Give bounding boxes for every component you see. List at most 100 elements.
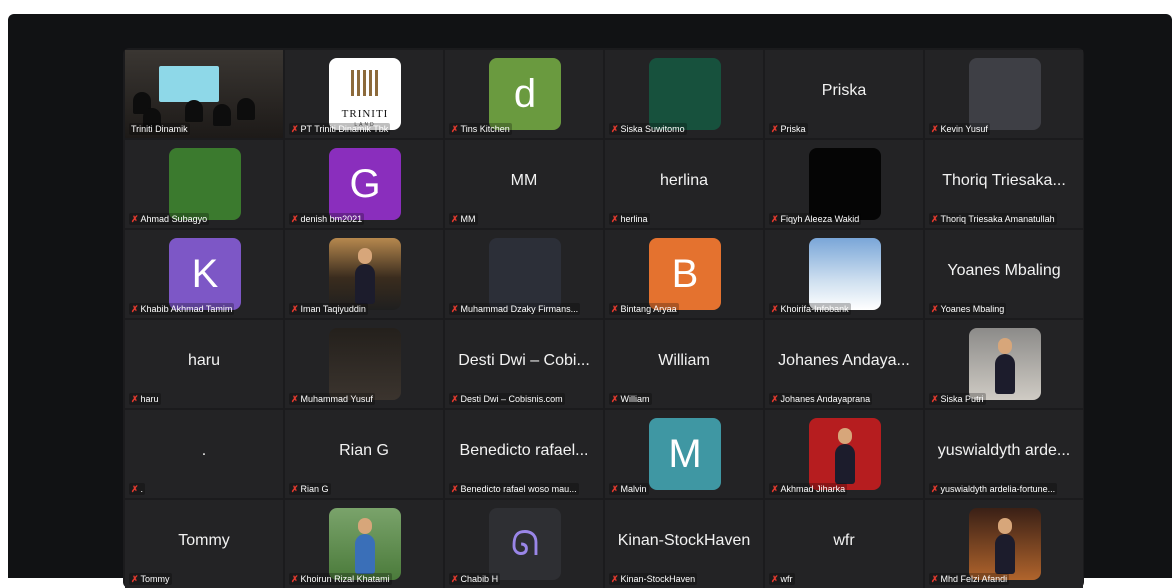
participant-tile[interactable]: G ✗ denish bm2021 — [285, 140, 443, 228]
participant-tile[interactable]: TRINITI LAND ✗ PT Triniti Dinamik Tbk — [285, 50, 443, 138]
mic-muted-icon: ✗ — [771, 124, 779, 134]
participant-tile[interactable]: ✗ Muhammad Yusuf — [285, 320, 443, 408]
participant-tile[interactable]: Benedicto rafael... ✗ Benedicto rafael wos… — [445, 410, 603, 498]
logo-text: TRINITI — [341, 108, 389, 120]
participant-tile[interactable]: . ✗. — [125, 410, 283, 498]
mic-muted-icon: ✗ — [291, 304, 299, 314]
participant-display-name: Thoriq Triesaka... — [942, 172, 1066, 189]
participant-name: haru — [140, 394, 159, 404]
participant-name-label: ✗ Tins Kitchen — [449, 123, 512, 135]
participant-name: Khabib Akhmad Tamim — [140, 304, 233, 314]
participant-name: wfr — [780, 574, 793, 584]
participant-display-name: Yoanes Mbaling — [947, 262, 1061, 279]
mic-muted-icon: ✗ — [771, 394, 779, 404]
participant-name-label: ✗. — [129, 483, 146, 495]
participant-display-name: Priska — [821, 82, 867, 99]
participant-tile[interactable]: herlina ✗ herlina — [605, 140, 763, 228]
participant-tile[interactable]: ✗ Iman Taqiyuddin — [285, 230, 443, 318]
participant-photo — [329, 508, 401, 580]
participant-tile[interactable]: Triniti Dinamik — [125, 50, 283, 138]
participant-avatar: B — [649, 238, 721, 310]
participant-name: Ahmad Subagyo — [140, 214, 208, 224]
mic-muted-icon: ✗ — [611, 304, 619, 314]
participant-display-name: Johanes Andaya... — [778, 352, 910, 369]
participant-name-label: ✗ wfr — [769, 573, 795, 585]
mic-muted-icon: ✗ — [451, 574, 459, 584]
participant-name-label: ✗ Siska Putri — [929, 393, 986, 405]
participant-photo — [329, 328, 401, 400]
participant-name-label: ✗ Muhammad Yusuf — [289, 393, 375, 405]
participant-tile[interactable]: M ✗ Malvin — [605, 410, 763, 498]
participant-name-label: ✗ herlina — [609, 213, 650, 225]
company-logo: TRINITI LAND — [329, 58, 401, 130]
participant-tile[interactable]: William ✗ William — [605, 320, 763, 408]
mic-muted-icon: ✗ — [611, 484, 619, 494]
mic-muted-icon: ✗ — [291, 394, 299, 404]
participant-avatar: M — [649, 418, 721, 490]
participant-name-label: ✗ denish bm2021 — [289, 213, 365, 225]
person-silhouette — [213, 104, 231, 126]
participant-name: Fiqyh Aleeza Wakid — [780, 214, 860, 224]
participant-tile[interactable]: K ✗ Khabib Akhmad Tamim — [125, 230, 283, 318]
participant-name: Thoriq Triesaka Amanatullah — [940, 214, 1055, 224]
participant-name-label: ✗ Thoriq Triesaka Amanatullah — [929, 213, 1057, 225]
participant-name: denish bm2021 — [300, 214, 363, 224]
participant-name-label: ✗ yuswialdyth ardelia-fortune... — [929, 483, 1058, 495]
participant-display-name: Rian G — [339, 442, 389, 459]
mic-muted-icon: ✗ — [611, 214, 619, 224]
participant-name-label: ✗ Mhd Felzi Afandi — [929, 573, 1010, 585]
mic-muted-icon: ✗ — [771, 574, 779, 584]
participant-tile[interactable]: wfr ✗ wfr — [765, 500, 923, 588]
participant-tile[interactable]: ᘏ ✗ Chabib H — [445, 500, 603, 588]
participant-name: Malvin — [620, 484, 647, 494]
participant-tile[interactable]: yuswialdyth arde... ✗ yuswialdyth ardelia-… — [925, 410, 1083, 498]
mic-muted-icon: ✗ — [771, 304, 779, 314]
participant-gallery: Triniti Dinamik TRINITI LAND ✗ PT Triniti Di… — [123, 48, 1084, 588]
participant-tile[interactable]: ✗ Kevin Yusuf — [925, 50, 1083, 138]
participant-tile[interactable]: Priska ✗ Priska — [765, 50, 923, 138]
mic-muted-icon: ✗ — [451, 124, 459, 134]
mic-muted-icon: ✗ — [291, 214, 299, 224]
participant-tile[interactable]: ✗ Mhd Felzi Afandi — [925, 500, 1083, 588]
participant-tile[interactable]: Kinan-StockHaven ✗ Kinan-StockHaven — [605, 500, 763, 588]
participant-tile[interactable]: MM ✗ MM — [445, 140, 603, 228]
participant-tile[interactable]: ✗ Akhmad Jiharka — [765, 410, 923, 498]
participant-name: Yoanes Mbaling — [940, 304, 1005, 314]
participant-name: Desti Dwi – Cobisnis.com — [460, 394, 563, 404]
participant-tile[interactable]: ✗ Siska Suwitomo — [605, 50, 763, 138]
participant-photo — [329, 238, 401, 310]
participant-tile[interactable]: ✗ Khoirifa-Infobank — [765, 230, 923, 318]
participant-tile[interactable]: ✗ Ahmad Subagyo — [125, 140, 283, 228]
participant-avatar — [809, 148, 881, 220]
participant-tile[interactable]: Rian G ✗ Rian G — [285, 410, 443, 498]
participant-tile[interactable]: haru ✗ haru — [125, 320, 283, 408]
participant-name-label: ✗ Kinan-StockHaven — [609, 573, 698, 585]
participant-name: . — [140, 484, 144, 494]
participant-name: Khoirun Rizal Khatami — [300, 574, 390, 584]
participant-tile[interactable]: ✗ Muhammad Dzaky Firmans... — [445, 230, 603, 318]
participant-name: Benedicto rafael woso mau... — [460, 484, 577, 494]
participant-tile[interactable]: Tommy ✗ Tommy — [125, 500, 283, 588]
participant-tile[interactable]: Thoriq Triesaka... ✗ Thoriq Triesaka Amana… — [925, 140, 1083, 228]
mic-muted-icon: ✗ — [451, 214, 459, 224]
participant-tile[interactable]: B ✗ Bintang Aryaa — [605, 230, 763, 318]
participant-tile[interactable]: ✗ Fiqyh Aleeza Wakid — [765, 140, 923, 228]
person-silhouette — [185, 100, 203, 122]
mic-muted-icon: ✗ — [931, 214, 939, 224]
participant-tile[interactable]: ✗ Siska Putri — [925, 320, 1083, 408]
participant-tile[interactable]: ✗ Khoirun Rizal Khatami — [285, 500, 443, 588]
participant-name-label: ✗ Yoanes Mbaling — [929, 303, 1007, 315]
person-face — [358, 248, 372, 264]
person-body — [995, 354, 1015, 394]
participant-name-label: ✗ William — [609, 393, 652, 405]
participant-name: Muhammad Dzaky Firmans... — [460, 304, 579, 314]
participant-tile[interactable]: Johanes Andaya... ✗ Johanes Andayaprana — [765, 320, 923, 408]
meeting-window: Triniti Dinamik TRINITI LAND ✗ PT Triniti Di… — [8, 14, 1172, 588]
participant-name-label: ✗ Iman Taqiyuddin — [289, 303, 368, 315]
mic-muted-icon: ✗ — [131, 484, 139, 494]
participant-name: Kevin Yusuf — [940, 124, 988, 134]
participant-tile[interactable]: d ✗ Tins Kitchen — [445, 50, 603, 138]
participant-tile[interactable]: Desti Dwi – Cobi... ✗ Desti Dwi – Cobisnis… — [445, 320, 603, 408]
participant-tile[interactable]: Yoanes Mbaling ✗ Yoanes Mbaling — [925, 230, 1083, 318]
mic-muted-icon: ✗ — [291, 574, 299, 584]
